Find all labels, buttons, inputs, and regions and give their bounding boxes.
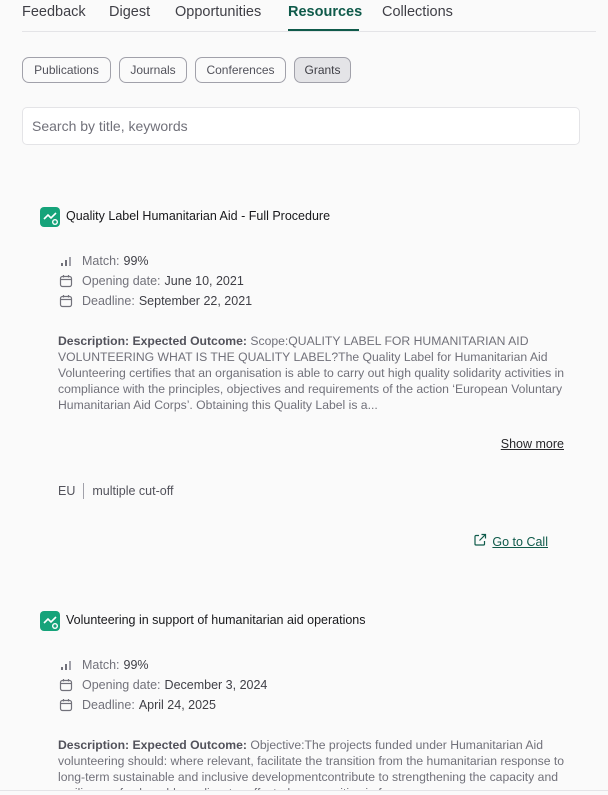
grant-tags: EU multiple cut-off <box>58 483 173 499</box>
top-navigation: Feedback Digest Opportunities Resources … <box>22 0 596 32</box>
deadline-label: Deadline: <box>82 294 135 308</box>
chip-grants[interactable]: Grants <box>294 57 351 83</box>
search-input[interactable]: Search by title, keywords <box>22 107 580 145</box>
deadline-row: Deadline: April 24, 2025 <box>58 697 216 713</box>
match-row: Match: 99% <box>58 657 149 673</box>
chip-publications[interactable]: Publications <box>22 57 111 83</box>
external-link-icon <box>473 533 492 550</box>
tab-digest[interactable]: Digest <box>109 4 150 20</box>
cutoff-tag: multiple cut-off <box>92 484 174 498</box>
active-tab-indicator <box>288 29 359 31</box>
opening-date-value: December 3, 2024 <box>164 678 268 692</box>
grant-title[interactable]: Quality Label Humanitarian Aid - Full Pr… <box>66 209 330 223</box>
signal-bars-icon <box>58 657 74 673</box>
opening-date-label: Opening date: <box>82 678 161 692</box>
opening-date-row: Opening date: December 3, 2024 <box>58 677 267 693</box>
deadline-value: April 24, 2025 <box>138 698 216 712</box>
match-row: Match: 99% <box>58 253 149 269</box>
match-label: Match: <box>82 254 120 268</box>
calendar-icon <box>58 293 74 309</box>
calendar-icon <box>58 273 74 289</box>
match-value: 99% <box>123 254 149 268</box>
chip-journals[interactable]: Journals <box>119 57 187 83</box>
tab-feedback[interactable]: Feedback <box>22 4 86 20</box>
opening-date-row: Opening date: June 10, 2021 <box>58 273 244 289</box>
description-label: Description: <box>58 334 130 348</box>
show-more-link[interactable]: Show more <box>501 437 564 451</box>
calendar-icon <box>58 697 74 713</box>
description-label: Description: <box>58 738 130 752</box>
deadline-value: September 22, 2021 <box>138 294 253 308</box>
match-value: 99% <box>123 658 149 672</box>
chip-conferences[interactable]: Conferences <box>195 57 286 83</box>
grant-title[interactable]: Volunteering in support of humanitarian … <box>66 613 366 627</box>
grant-description: Description: Expected Outcome: Objective… <box>58 737 568 790</box>
opening-date-value: June 10, 2021 <box>164 274 244 288</box>
region-tag: EU <box>58 484 76 498</box>
calendar-icon <box>58 677 74 693</box>
go-to-call-link[interactable]: Go to Call <box>473 533 548 550</box>
description-lead: Expected Outcome: <box>132 738 247 752</box>
bottom-divider <box>0 790 608 791</box>
match-label: Match: <box>82 658 120 672</box>
tab-collections[interactable]: Collections <box>382 4 453 20</box>
deadline-row: Deadline: September 22, 2021 <box>58 293 252 309</box>
grant-description: Description: Expected Outcome: Scope:QUA… <box>58 333 568 413</box>
deadline-label: Deadline: <box>82 698 135 712</box>
signal-bars-icon <box>58 253 74 269</box>
tag-divider <box>83 483 85 499</box>
chart-badge-icon <box>40 611 60 631</box>
chart-badge-icon <box>40 207 60 227</box>
go-to-call-label: Go to Call <box>492 534 548 549</box>
tab-opportunities[interactable]: Opportunities <box>175 4 261 20</box>
tab-resources[interactable]: Resources <box>288 4 362 20</box>
description-lead: Expected Outcome: <box>132 334 247 348</box>
opening-date-label: Opening date: <box>82 274 161 288</box>
